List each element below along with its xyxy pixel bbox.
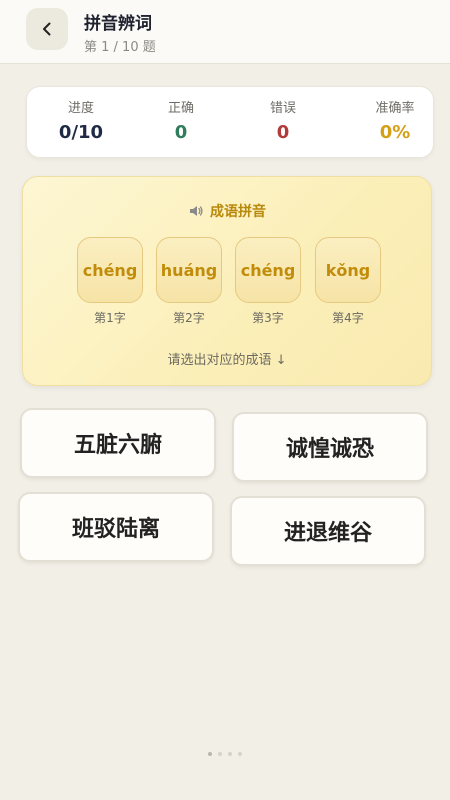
pinyin-caption: 第4字	[332, 311, 364, 325]
pinyin-caption: 第3字	[252, 311, 284, 325]
pinyin-box-2: huáng	[156, 237, 222, 303]
stat-wrong: 错误 0	[233, 97, 333, 143]
stats-panel: 进度 0/10 正确 0 错误 0 准确率 0%	[26, 86, 434, 158]
question-card: 成语拼音 chéng huáng chéng kǒng 第1字 第2字 第3字 …	[22, 176, 432, 386]
pinyin-caption: 第1字	[94, 311, 126, 325]
instruction-hint: 请选出对应的成语 ↓	[167, 353, 287, 368]
stat-correct: 正确 0	[131, 97, 231, 143]
question-heading-text: 成语拼音	[210, 204, 266, 220]
stat-value: 0%	[379, 122, 411, 143]
pinyin-box-3: chéng	[235, 237, 301, 303]
pinyin-caption: 第2字	[173, 311, 205, 325]
chevron-left-icon	[43, 22, 51, 36]
stat-label: 错误	[269, 101, 296, 116]
page-dot	[238, 752, 242, 756]
pinyin-box-4: kǒng	[315, 237, 381, 303]
stat-value: 0	[174, 122, 188, 143]
back-button[interactable]	[26, 8, 68, 50]
stat-value: 0	[276, 122, 290, 143]
pinyin-box-1: chéng	[77, 237, 143, 303]
page-dot	[218, 752, 222, 756]
page-indicator	[0, 752, 450, 756]
option-button-4[interactable]: 进退维谷	[230, 496, 426, 566]
stat-value: 0/10	[58, 122, 104, 143]
page-dot	[208, 752, 212, 756]
question-heading: 成语拼音	[23, 201, 431, 221]
option-button-2[interactable]: 诚惶诚恐	[232, 412, 428, 482]
speaker-icon[interactable]	[188, 203, 204, 219]
stat-label: 进度	[67, 101, 94, 116]
question-counter: 第 1 / 10 题	[84, 40, 156, 55]
option-button-3[interactable]: 班驳陆离	[18, 492, 214, 562]
stat-progress: 进度 0/10	[31, 97, 131, 143]
stat-label: 正确	[167, 101, 194, 116]
stat-label: 准确率	[375, 101, 415, 116]
page-title: 拼音辨词	[84, 14, 152, 34]
header: 拼音辨词 第 1 / 10 题	[0, 0, 450, 64]
option-button-1[interactable]: 五脏六腑	[20, 408, 216, 478]
stat-accuracy: 准确率 0%	[345, 97, 445, 143]
page-dot	[228, 752, 232, 756]
